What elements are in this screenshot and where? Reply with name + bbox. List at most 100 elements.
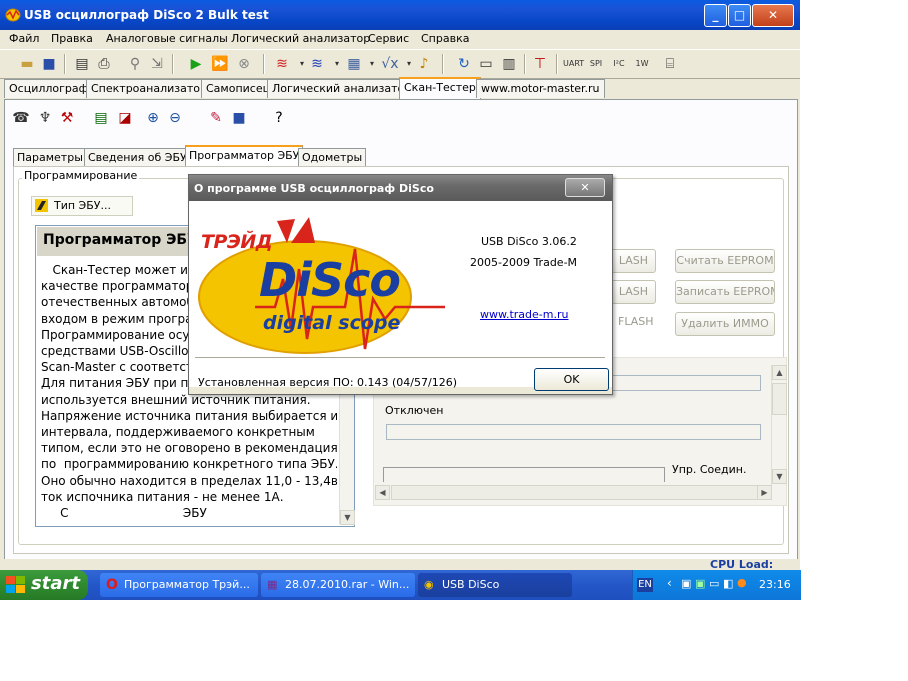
fast-forward-icon[interactable]: ⏩ [210, 54, 230, 74]
menu-bar: Файл Правка Аналоговые сигналы Логически… [0, 30, 800, 48]
volume-icon[interactable]: ▭ [709, 577, 719, 590]
network-icon[interactable]: ▣ [681, 577, 691, 590]
save-icon[interactable]: ■ [39, 54, 59, 74]
update-icon[interactable]: ● [737, 576, 747, 589]
toolbar-separator [442, 54, 444, 74]
maximize-button[interactable]: □ [728, 4, 751, 27]
scroll-thumb[interactable] [391, 485, 763, 500]
tab-ecu-info[interactable]: Сведения об ЭБУ [84, 148, 191, 167]
menu-edit[interactable]: Правка [51, 32, 93, 45]
tab-logic-analyzer[interactable]: Логический анализатор [267, 79, 417, 98]
status-scrollbar-h[interactable]: ◀ ▶ [375, 485, 772, 500]
chart-icon[interactable]: ◪ [115, 108, 135, 128]
zoom-in-icon[interactable]: ⊕ [143, 108, 163, 128]
monitor-icon[interactable]: ▣ [695, 577, 705, 590]
tab-ecu-programmer[interactable]: Программатор ЭБУ [185, 145, 304, 168]
menu-analog-signals[interactable]: Аналоговые сигналы [106, 32, 228, 45]
menu-service[interactable]: Сервис [368, 32, 409, 45]
status-scrollbar-v[interactable]: ▲ ▼ [771, 365, 787, 485]
open-icon[interactable]: ▬ [17, 54, 37, 74]
spi-icon[interactable]: SPI [586, 54, 606, 74]
dialog-title-bar[interactable]: О программе USB осциллограф DiSco ✕ [189, 175, 612, 201]
dialog-close-button[interactable]: ✕ [565, 178, 605, 197]
scroll-up-button[interactable]: ▲ [772, 365, 787, 380]
wire-icon[interactable]: 1W [632, 54, 652, 74]
pin-icon[interactable]: ✎ [206, 108, 226, 128]
print-preview-icon[interactable]: ▤ [72, 54, 92, 74]
title-bar[interactable]: USB осциллограф DiSco 2 Bulk test _ □ ✕ [0, 0, 800, 30]
system-tray: EN ‹ ▣ ▣ ▭ ◧ ● 23:16 [632, 570, 801, 600]
progress-field-2 [386, 424, 761, 440]
sub-tabs: Параметры Сведения об ЭБУ Программатор Э… [13, 145, 413, 168]
tab-scan-tester[interactable]: Скан-Тестер [399, 77, 481, 100]
scroll-left-button[interactable]: ◀ [375, 485, 390, 500]
programming-group-label: Программирование [22, 169, 140, 182]
log-field [383, 467, 665, 482]
menu-help[interactable]: Справка [421, 32, 469, 45]
uart-icon[interactable]: UART [563, 54, 584, 74]
scroll-down-button[interactable]: ▼ [772, 469, 787, 484]
task-winrar[interactable]: ▦ 28.07.2010.rar - Win... [261, 573, 415, 597]
export-icon[interactable]: ⇲ [147, 54, 167, 74]
connection-control-label: Упр. Соедин. [672, 463, 747, 476]
print-icon[interactable]: ⎙ [94, 54, 114, 74]
copyright: 2005-2009 Trade-M [470, 256, 578, 269]
connect-icon[interactable]: ☎ [11, 108, 31, 128]
signal-blue-icon[interactable]: ≋ [307, 54, 327, 74]
play-icon[interactable]: ▶ [186, 54, 206, 74]
refresh-icon[interactable]: ↻ [454, 54, 474, 74]
flash-label-3: FLASH [618, 315, 654, 328]
device-icon[interactable]: ▭ [476, 54, 496, 74]
chevron-down-icon[interactable]: ▾ [362, 54, 382, 74]
website-link[interactable]: www.trade-m.ru [480, 308, 568, 321]
signal-red-icon[interactable]: ≋ [272, 54, 292, 74]
tab-parameters[interactable]: Параметры [13, 148, 87, 167]
help-icon[interactable]: ? [269, 108, 289, 128]
scroll-down-button[interactable]: ▼ [340, 510, 355, 525]
chevron-left-icon[interactable]: ‹ [667, 576, 672, 590]
toolbar: ▬ ■ ▤ ⎙ ⚲ ⇲ ▶ ⏩ ⊗ ≋ ▾ ≋ ▾ ▦ ▾ √x ▾ ♪ ↻ ▭… [0, 49, 800, 79]
installed-version: Установленная версия ПО: 0.143 (04/57/12… [198, 376, 457, 389]
scroll-right-button[interactable]: ▶ [757, 485, 772, 500]
tab-spectrum-analyzer[interactable]: Спектроанализатор [86, 79, 212, 98]
sound-icon[interactable]: ♪ [414, 54, 434, 74]
tab-oscilloscope[interactable]: Осциллограф [4, 79, 94, 98]
toolbar-separator [172, 54, 174, 74]
menu-logic-analyzer[interactable]: Логический анализатор [231, 32, 370, 45]
menu-file[interactable]: Файл [9, 32, 39, 45]
write-eeprom-button[interactable]: Записать EEPROM [675, 280, 775, 304]
close-button[interactable]: ✕ [752, 4, 794, 27]
grid-icon[interactable]: ▦ [344, 54, 364, 74]
description-line: С ЭБУ [41, 506, 207, 521]
flash-button-1[interactable]: LASH [611, 249, 656, 273]
ok-button[interactable]: OK [534, 368, 609, 391]
remove-immo-button[interactable]: Удалить ИММО [675, 312, 775, 336]
save-icon[interactable]: ■ [229, 108, 249, 128]
task-opera[interactable]: O Программатор Трэй... [100, 573, 258, 597]
minimize-button[interactable]: _ [704, 4, 727, 27]
scan-icon[interactable]: ♆ [35, 108, 55, 128]
read-eeprom-button[interactable]: Считать EEPROM [675, 249, 775, 273]
report-icon[interactable]: ▤ [91, 108, 111, 128]
tools-icon[interactable]: ⚒ [57, 108, 77, 128]
math-icon[interactable]: √x [380, 54, 400, 74]
start-button[interactable]: start [0, 570, 88, 600]
usb-icon[interactable]: ◧ [723, 577, 733, 590]
calculator-icon[interactable]: ▥ [499, 54, 519, 74]
i2c-icon[interactable]: I²C [609, 54, 629, 74]
zoom-icon[interactable]: ⚲ [125, 54, 145, 74]
stop-icon[interactable]: ⊗ [234, 54, 254, 74]
chip-icon[interactable]: ⌸ [660, 54, 680, 74]
zoom-out-icon[interactable]: ⊖ [165, 108, 185, 128]
tab-odometers[interactable]: Одометры [298, 148, 367, 167]
language-indicator[interactable]: EN [637, 578, 653, 592]
tab-recorder[interactable]: Самописец [201, 79, 276, 98]
description-line: Оно обычно находится в пределах 11,0 - 1… [41, 473, 337, 488]
scroll-thumb[interactable] [772, 383, 787, 415]
tab-motor-master[interactable]: www.motor-master.ru [476, 79, 605, 98]
product-version: USB DiSco 3.06.2 [481, 235, 577, 248]
task-usb-disco[interactable]: ◉ USB DiSco [418, 573, 572, 597]
ecu-type-button[interactable]: Тип ЭБУ... [31, 196, 133, 216]
trigger-icon[interactable]: ⊤ [530, 54, 550, 74]
flash-button-2[interactable]: LASH [611, 280, 656, 304]
